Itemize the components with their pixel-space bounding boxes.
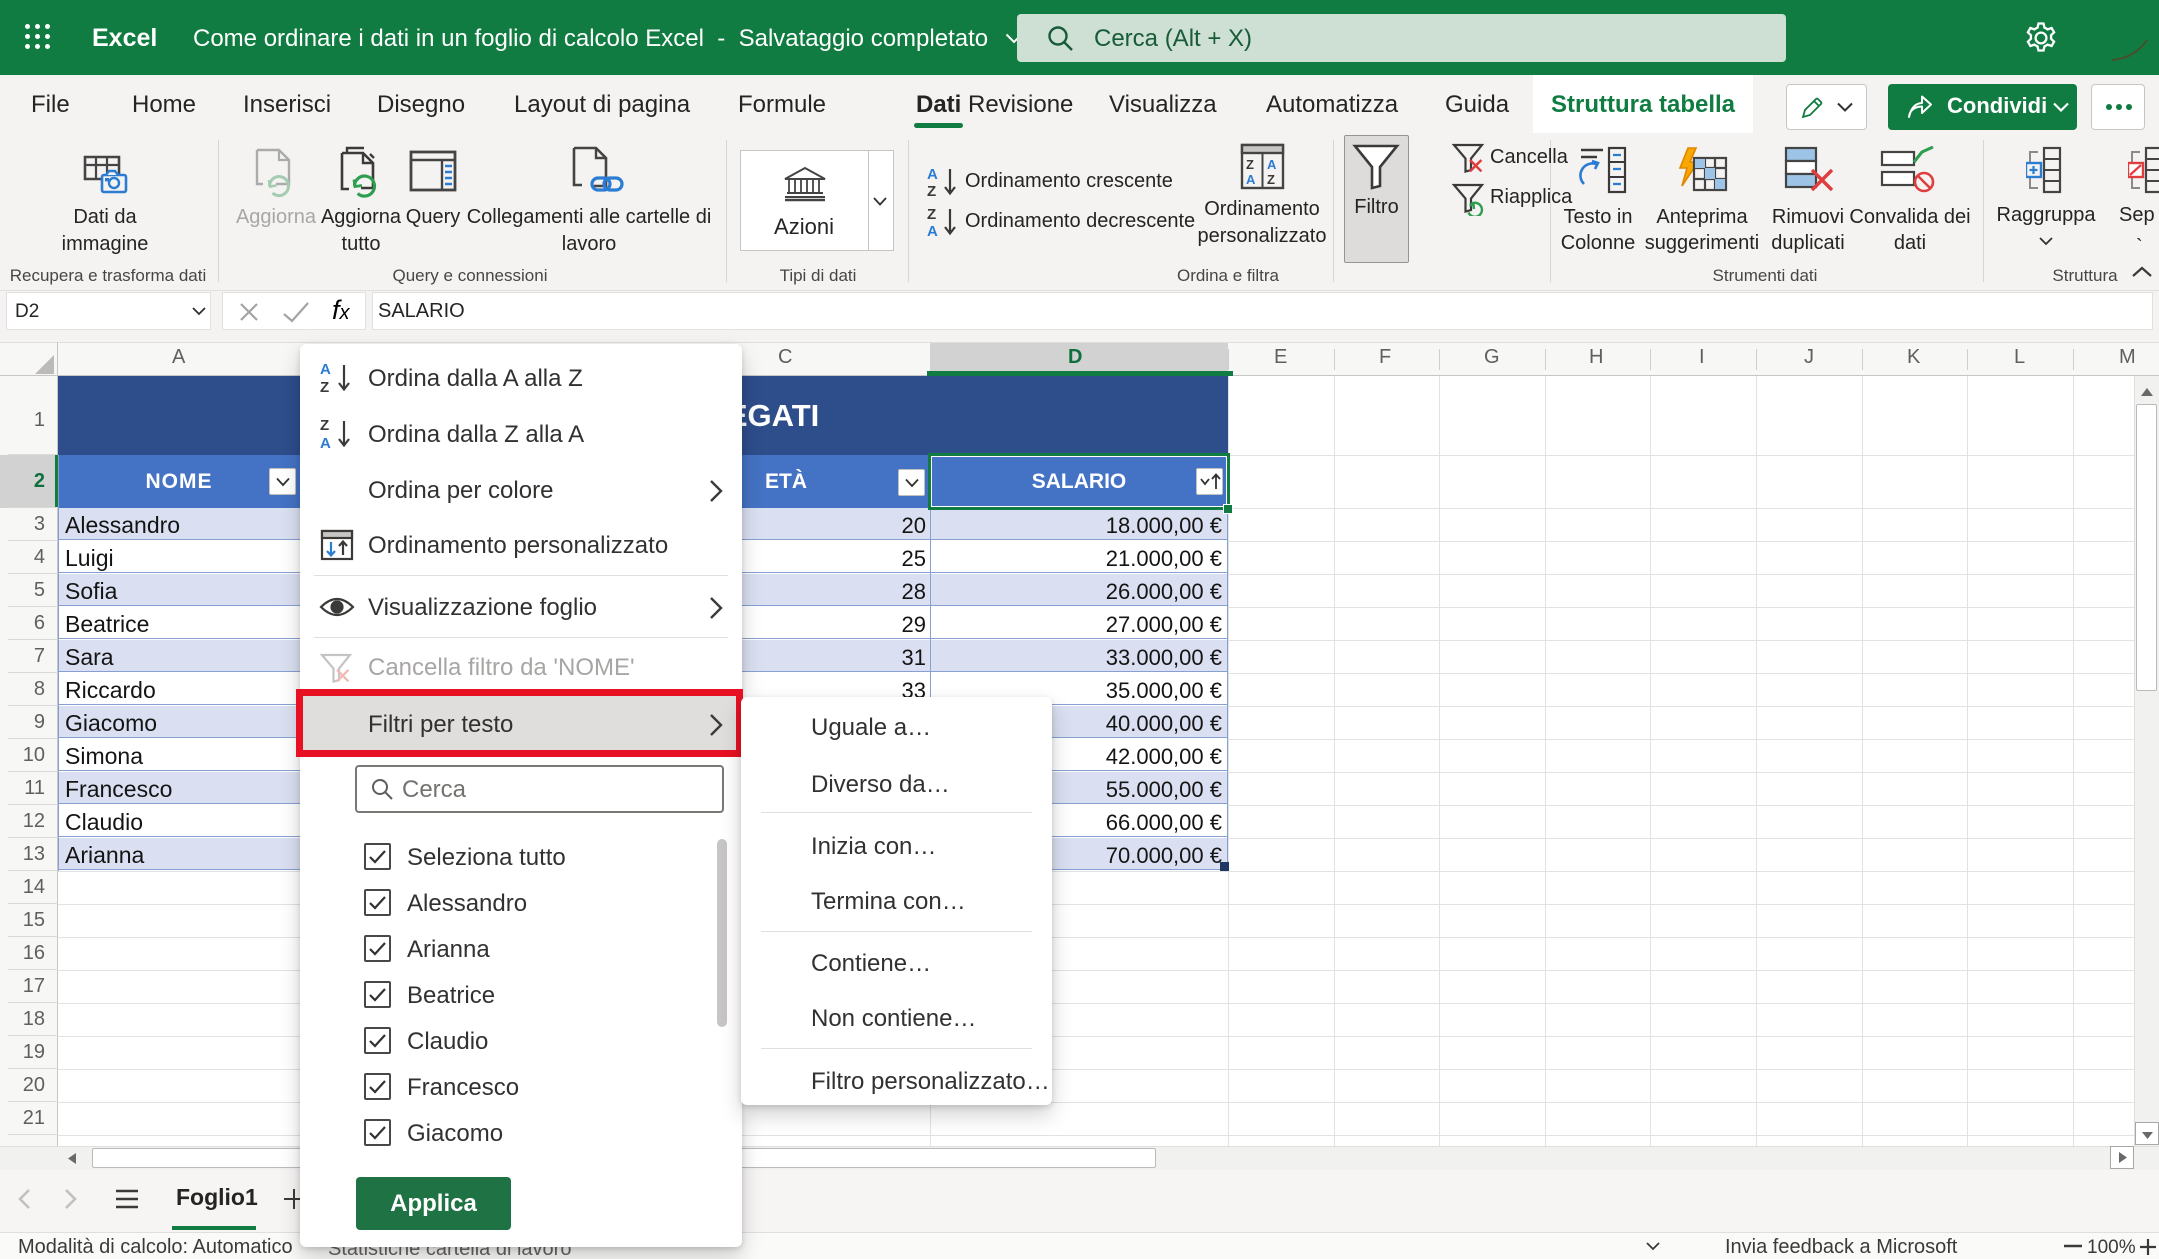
svg-text:A: A bbox=[927, 166, 938, 183]
svg-text:Z: Z bbox=[927, 183, 936, 198]
svg-text:Z: Z bbox=[320, 379, 329, 395]
svg-text:A: A bbox=[1246, 172, 1256, 187]
svg-text:A: A bbox=[927, 223, 938, 238]
svg-text:A: A bbox=[320, 435, 331, 451]
svg-text:A: A bbox=[320, 361, 331, 378]
svg-text:Z: Z bbox=[320, 417, 329, 434]
svg-text:Z: Z bbox=[1267, 172, 1275, 187]
svg-text:Z: Z bbox=[927, 206, 936, 223]
svg-text:A: A bbox=[1267, 157, 1277, 172]
svg-text:Z: Z bbox=[1246, 157, 1254, 172]
